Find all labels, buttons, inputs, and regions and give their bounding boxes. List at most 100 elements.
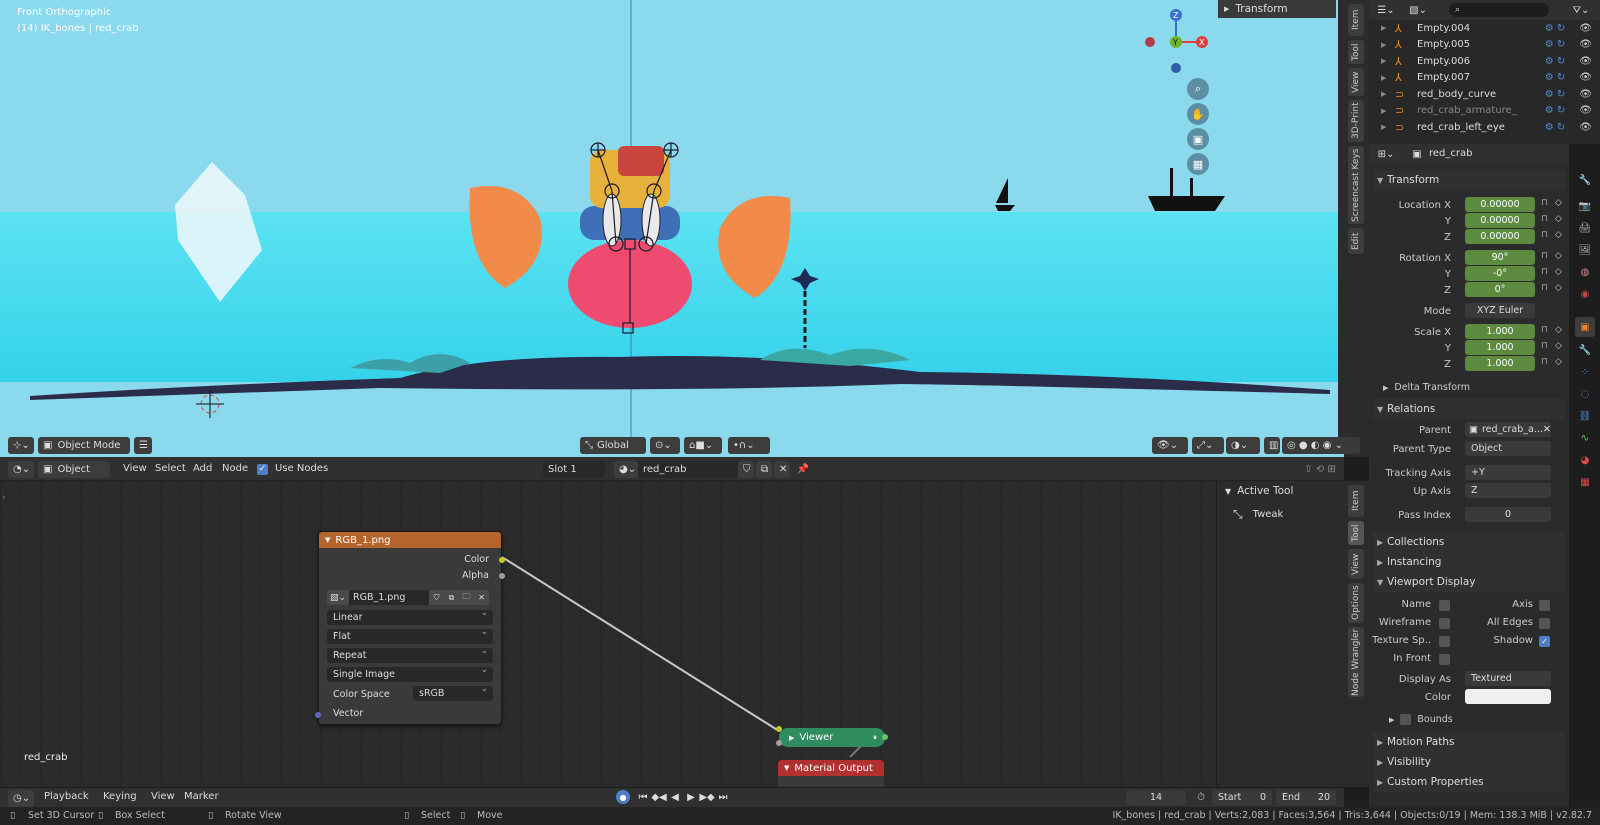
pivot-button[interactable]: ⊙⌄ [650,437,680,454]
tab-item[interactable]: Item [1348,4,1364,36]
interpolation-dropdown[interactable]: Linear [327,608,493,625]
keyframe-icon[interactable]: ◇ [1555,230,1562,240]
rotation-y-field[interactable]: -0° [1465,266,1535,281]
keyframe-icon[interactable]: ◇ [1555,283,1562,293]
transform-panel-header[interactable]: ▶ Transform [1218,0,1336,18]
scene-icon[interactable]: ◍ [1577,264,1593,280]
navigation-gizmo[interactable]: Z Y X [1140,6,1216,76]
up-axis-dropdown[interactable]: Z [1465,483,1551,498]
expand-arrow-icon[interactable]: ▶ [1381,90,1391,98]
eye-icon[interactable]: 👁 [1579,72,1592,83]
close-icon[interactable]: ✕ [1543,424,1551,435]
node-tab-options[interactable]: Options [1348,583,1364,623]
tool-settings-icon[interactable]: 🔧 [1577,172,1593,188]
source-dropdown[interactable]: Single Image [327,665,493,682]
location-y-field[interactable]: 0.00000 [1465,213,1535,228]
collections-section[interactable]: Collections [1373,532,1565,552]
keyframe-icon[interactable]: ◇ [1555,214,1562,224]
delta-transform-subpanel[interactable]: ▶ Delta Transform [1383,382,1470,393]
timeline-menu-marker[interactable]: Marker [184,788,219,806]
node-tab-node-wrangler[interactable]: Node Wrangler [1348,627,1364,697]
image-name-field[interactable]: RGB_1.png [349,590,429,605]
parent-type-dropdown[interactable]: Object [1465,441,1551,456]
overlay-button[interactable]: ◑⌄ [1226,437,1260,454]
bounds-checkbox[interactable] [1400,714,1412,725]
timeline-editor-type[interactable]: ◷⌄ [8,790,34,807]
render-icon[interactable]: 📷 [1577,198,1593,214]
outliner-item[interactable]: ▶ ⊃ red_crab_left_eye ⚙ ↻ 👁 [1369,119,1600,135]
record-icon[interactable]: ● [616,790,630,804]
lock-icon[interactable]: ⊓ [1541,251,1548,261]
viewer-output-socket[interactable] [882,734,888,740]
extension-dropdown[interactable]: Repeat [327,646,493,663]
stopwatch-icon[interactable]: ⏱ [1194,790,1208,804]
visibility-section[interactable]: Visibility [1373,752,1565,772]
folder-icon[interactable]: 🗀 [459,590,474,605]
camera-icon[interactable]: ▣ [1187,128,1209,150]
visibility-button[interactable]: 👁⌄ [1152,437,1188,454]
material-output-node[interactable]: ▼ Material Output [778,760,884,787]
expand-arrow-icon[interactable]: ▶ [1381,57,1391,65]
lock-icon[interactable]: ⊓ [1541,357,1548,367]
instancing-section[interactable]: Instancing [1373,552,1565,572]
tab-3d-print[interactable]: 3D-Print [1348,100,1364,142]
start-frame-field[interactable]: Start 0 [1212,790,1272,805]
viewport-display-section[interactable]: Viewport Display [1373,572,1565,592]
keyframe-icon[interactable]: ◇ [1555,357,1562,367]
display-as-dropdown[interactable]: Textured [1465,671,1551,686]
3d-viewport[interactable]: Front Orthographic (14) IK_bones | red_c… [0,0,1344,457]
jump-end-icon[interactable]: ⏭ [716,792,730,803]
play-icon[interactable]: ▶ [684,792,698,803]
node-tab-tool[interactable]: Tool [1348,521,1364,545]
end-frame-field[interactable]: End 20 [1276,790,1336,805]
outliner-item[interactable]: ▶ ⊃ red_crab_armature_IK ⚙ ↻ 👁 [1369,103,1600,119]
lock-icon[interactable]: ⊓ [1541,198,1548,208]
outliner-item[interactable]: ▶ ⅄ Empty.005 ⚙ ↻ 👁 [1369,37,1600,53]
lock-icon[interactable]: ⊓ [1541,341,1548,351]
node-tab-item[interactable]: Item [1348,485,1364,517]
keyframe-icon[interactable]: ◇ [1555,325,1562,335]
location-z-field[interactable]: 0.00000 [1465,229,1535,244]
eye-icon[interactable]: 👁 [1579,89,1592,100]
viewer-color-socket[interactable] [776,726,782,732]
viewer-node[interactable]: ▶ Viewer ⏸ [779,728,885,747]
custom-properties-section[interactable]: Custom Properties [1373,772,1565,792]
rotation-x-field[interactable]: 90° [1465,250,1535,265]
next-keyframe-icon[interactable]: ▶◆ [699,792,714,803]
timeline-menu-keying[interactable]: Keying [103,788,137,806]
tweak-tool-item[interactable]: ⤡ Tweak [1217,501,1350,527]
texture-icon[interactable]: ▦ [1577,474,1593,490]
jump-start-icon[interactable]: ⏮ [636,792,650,803]
node-tab-view[interactable]: View [1348,549,1364,579]
toolbar-expand-icon[interactable]: › [2,493,6,503]
viewer-alpha-socket[interactable] [776,740,782,746]
vector-input-socket[interactable] [315,712,321,718]
rotation-z-field[interactable]: 0° [1465,282,1535,297]
color-output-socket[interactable] [499,557,505,563]
proportional-edit-button[interactable]: •∩⌄ [728,437,770,454]
zoom-icon[interactable]: ⌕ [1187,78,1209,100]
constraints-icon[interactable]: ⛓ [1577,408,1593,424]
lock-icon[interactable]: ⊓ [1541,283,1548,293]
lock-icon[interactable]: ⊓ [1541,267,1548,277]
tab-view[interactable]: View [1348,68,1364,96]
shield-icon[interactable]: ⛉ [429,590,444,605]
node-collapse-icon[interactable]: ▼ [325,536,330,544]
bounds-subpanel[interactable]: ▶ Bounds [1389,714,1453,725]
expand-arrow-icon[interactable]: ▶ [1381,24,1391,32]
vd-in-front-checkbox[interactable] [1439,654,1450,665]
tab-edit[interactable]: Edit [1348,228,1364,254]
color-space-dropdown[interactable]: sRGB [413,684,493,701]
active-tool-section[interactable]: ▼ Active Tool [1217,481,1350,501]
lock-icon[interactable]: ⊓ [1541,230,1548,240]
location-x-field[interactable]: 0.00000 [1465,197,1535,212]
orientation-dropdown[interactable]: ⤡ Global [580,437,646,454]
tab-screencast-keys[interactable]: Screencast Keys [1348,146,1364,224]
xray-button[interactable]: ▥ [1264,437,1280,454]
world-icon[interactable]: ◉ [1577,286,1593,302]
tracking-axis-dropdown[interactable]: +Y [1465,465,1551,480]
particles-icon[interactable]: ⁘ [1577,364,1593,380]
transform-section[interactable]: Transform [1373,170,1565,190]
outliner-item[interactable]: ▶ ⅄ Empty.006 ⚙ ↻ 👁 [1369,53,1600,69]
current-frame-field[interactable]: 14 [1126,790,1186,805]
